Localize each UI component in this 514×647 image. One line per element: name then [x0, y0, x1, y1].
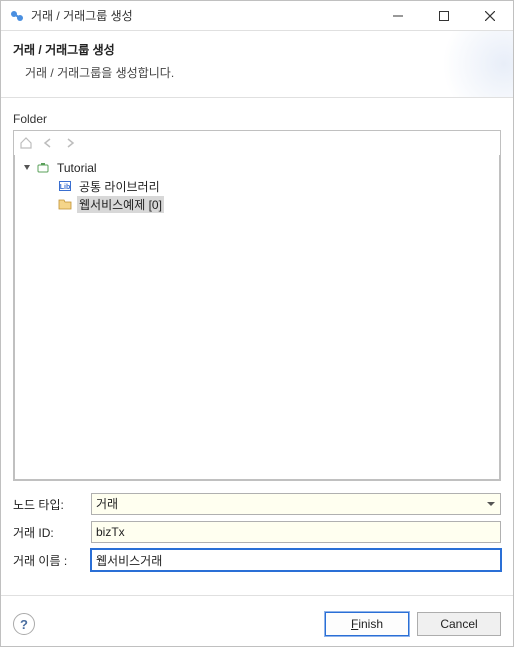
expander-icon[interactable]	[21, 163, 33, 174]
folder-icon	[57, 196, 73, 212]
tx-name-input[interactable]	[91, 549, 501, 571]
back-icon[interactable]	[40, 135, 56, 151]
window-title: 거래 / 거래그룹 생성	[31, 7, 375, 24]
home-icon[interactable]	[18, 135, 34, 151]
tree-node-root[interactable]: Tutorial	[17, 159, 497, 177]
window-controls	[375, 1, 513, 30]
titlebar: 거래 / 거래그룹 생성	[1, 1, 513, 31]
close-button[interactable]	[467, 1, 513, 30]
help-button[interactable]: ?	[13, 613, 35, 635]
minimize-button[interactable]	[375, 1, 421, 30]
dialog-footer: ? Finish Cancel	[1, 602, 513, 646]
folder-tree[interactable]: Tutorial Lib 공통 라이브러리	[14, 155, 500, 480]
header-title: 거래 / 거래그룹 생성	[13, 41, 501, 58]
finish-button[interactable]: Finish	[325, 612, 409, 636]
form-row-tx-name: 거래 이름 :	[13, 549, 501, 571]
separator	[1, 595, 513, 596]
dialog-header: 거래 / 거래그룹 생성 거래 / 거래그룹을 생성합니다.	[1, 31, 513, 98]
tree-node-label: 공통 라이브러리	[77, 178, 162, 195]
forward-icon[interactable]	[62, 135, 78, 151]
tx-name-label: 거래 이름 :	[13, 552, 91, 569]
header-description: 거래 / 거래그룹을 생성합니다.	[13, 64, 501, 81]
tx-id-input[interactable]	[91, 521, 501, 543]
form-row-node-type: 노드 타입: 거래	[13, 493, 501, 515]
tree-toolbar	[14, 131, 500, 155]
node-type-select[interactable]: 거래	[91, 493, 501, 515]
project-icon	[35, 160, 51, 176]
tree-node-child[interactable]: Lib 공통 라이브러리	[17, 177, 497, 195]
app-icon	[9, 8, 25, 24]
node-type-select-wrap: 거래	[91, 493, 501, 515]
dialog-content: Folder	[1, 98, 513, 602]
folder-tree-panel: Tutorial Lib 공통 라이브러리	[13, 130, 501, 481]
library-icon: Lib	[57, 178, 73, 194]
tree-node-child-selected[interactable]: 웹서비스예제 [0]	[17, 195, 497, 213]
dialog-window: 거래 / 거래그룹 생성 거래 / 거래그룹 생성 거래 / 거래그룹을 생성합…	[0, 0, 514, 647]
maximize-button[interactable]	[421, 1, 467, 30]
form: 노드 타입: 거래 거래 ID: 거래 이름 :	[13, 493, 501, 577]
help-icon: ?	[20, 617, 28, 632]
cancel-button[interactable]: Cancel	[417, 612, 501, 636]
form-row-tx-id: 거래 ID:	[13, 521, 501, 543]
svg-text:Lib: Lib	[60, 184, 71, 191]
tree-node-label: Tutorial	[55, 161, 99, 175]
folder-label: Folder	[13, 112, 501, 126]
tx-id-label: 거래 ID:	[13, 524, 91, 541]
node-type-label: 노드 타입:	[13, 496, 91, 513]
tree-node-label: 웹서비스예제 [0]	[77, 196, 164, 213]
